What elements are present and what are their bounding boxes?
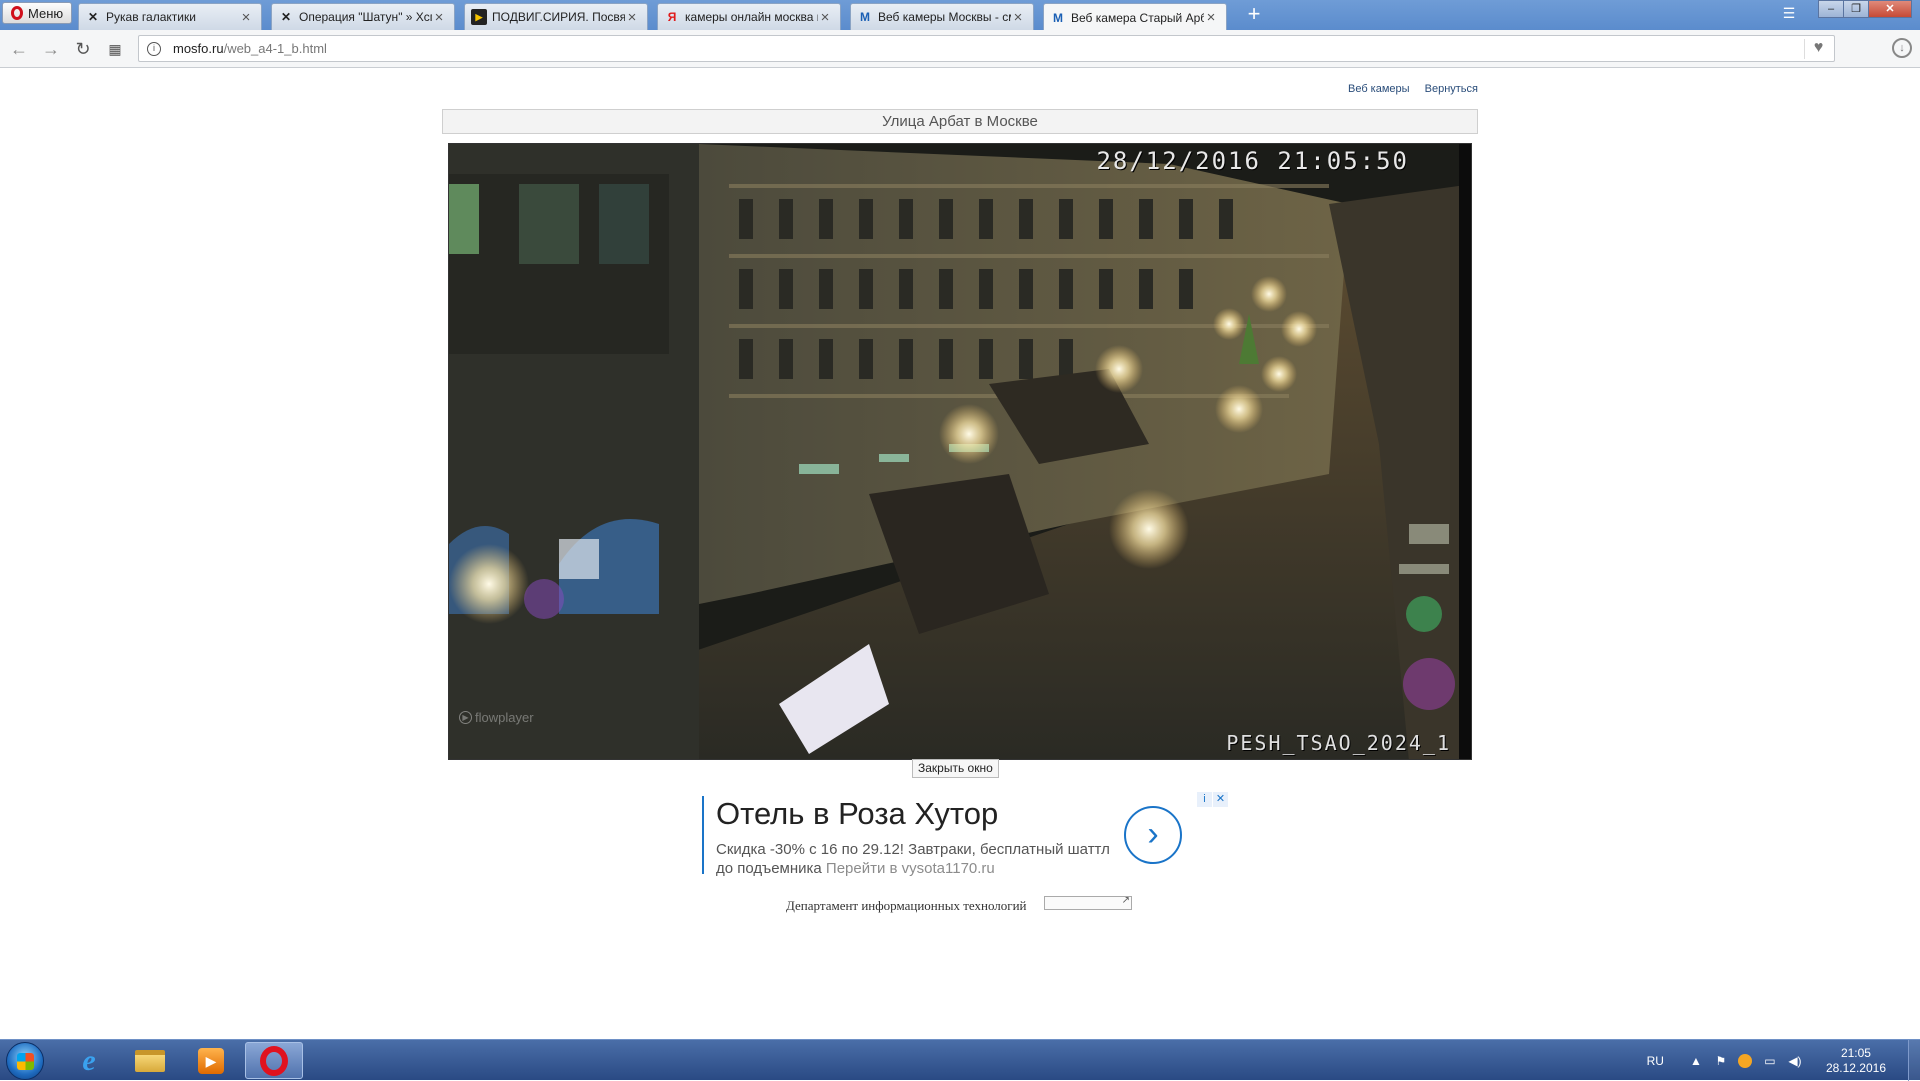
taskbar-media-player[interactable]: ▶ xyxy=(182,1042,240,1079)
start-button[interactable] xyxy=(6,1042,44,1080)
yandex-icon: Я xyxy=(667,10,677,24)
opera-logo-icon xyxy=(11,6,23,20)
clock-date: 28.12.2016 xyxy=(1825,1060,1886,1075)
back-icon[interactable]: ← xyxy=(8,38,30,60)
flowplayer-watermark: ▶ flowplayer xyxy=(459,710,534,725)
show-desktop-button[interactable] xyxy=(1908,1040,1920,1081)
new-tab-button[interactable]: + xyxy=(1243,3,1265,26)
windows-logo-icon xyxy=(17,1053,34,1070)
video-timestamp: 28/12/2016 21:05:50 xyxy=(1096,147,1409,175)
address-bar[interactable]: i mosfo.ru/web_a4-1_b.html ♥ xyxy=(138,35,1835,62)
opera-menu-button[interactable]: Меню xyxy=(2,2,72,24)
menu-label: Меню xyxy=(28,5,64,21)
tab-title: Рукав галактики xyxy=(106,10,196,24)
ad-arrow-icon[interactable]: › xyxy=(1124,806,1182,864)
m-logo-icon: М xyxy=(860,10,870,24)
app-tray-icon[interactable] xyxy=(1737,1053,1752,1068)
camera-id: PESH_TSAO_2024_1 xyxy=(1226,731,1451,755)
tab-close-icon[interactable]: × xyxy=(239,9,253,26)
speed-dial-icon[interactable]: ▦ xyxy=(104,38,126,60)
window-controls: – ❐ ✕ xyxy=(1818,0,1912,18)
ad-title[interactable]: Отель в Роза Хутор xyxy=(716,796,998,832)
webcam-video-player[interactable]: 28/12/2016 21:05:50 PESH_TSAO_2024_1 ▶ f… xyxy=(448,143,1472,760)
tab-title: ПОДВИГ.СИРИЯ. Посвяще xyxy=(492,10,625,24)
taskbar-opera[interactable] xyxy=(245,1042,303,1079)
webcams-link[interactable]: Веб камеры xyxy=(1348,83,1410,95)
ad-info-icon[interactable]: i xyxy=(1197,792,1212,807)
media-player-icon: ▶ xyxy=(198,1047,224,1074)
tab-close-icon[interactable]: × xyxy=(625,9,639,26)
language-indicator[interactable]: RU xyxy=(1647,1054,1664,1068)
show-hidden-icons-icon[interactable]: ▲ xyxy=(1688,1054,1704,1068)
page-title: Улица Арбат в Москве xyxy=(442,109,1478,134)
tab-close-icon[interactable]: × xyxy=(1011,9,1025,26)
taskbar-ie[interactable]: e xyxy=(60,1042,118,1079)
network-icon[interactable]: ▭ xyxy=(1762,1054,1778,1068)
volume-icon[interactable]: ◀) xyxy=(1787,1054,1803,1068)
ad-block[interactable]: Отель в Роза Хутор Скидка -30% с 16 по 2… xyxy=(702,796,1182,877)
m-logo-icon: М xyxy=(1053,10,1063,25)
tab-close-icon[interactable]: × xyxy=(432,9,446,26)
bookmark-heart-icon[interactable]: ♥ xyxy=(1804,39,1832,59)
web-page: Веб камеры Вернуться Улица Арбат в Москв… xyxy=(0,69,1920,1039)
wolf-icon: ✕ xyxy=(280,10,292,24)
footer-text: Департамент информационных технологий xyxy=(786,898,1027,913)
action-center-flag-icon[interactable]: ⚑ xyxy=(1713,1054,1729,1068)
play-icon: ▶ xyxy=(471,9,487,25)
window-close-icon[interactable]: ✕ xyxy=(1868,0,1912,18)
folder-icon xyxy=(135,1049,165,1072)
system-tray: RU ▲ ⚑ ▭ ◀) 21:05 28.12.2016 xyxy=(1647,1040,1920,1081)
external-link-icon: ↗ xyxy=(1121,895,1130,906)
webcam-street-scene xyxy=(449,144,1471,759)
tab-5[interactable]: М Веб камеры Москвы - см × xyxy=(850,3,1034,30)
footer-counter-box[interactable]: ↗ xyxy=(1044,895,1132,910)
tab-6-active[interactable]: М Веб камера Старый Арбат × xyxy=(1043,3,1227,31)
close-window-button[interactable]: Закрыть окно xyxy=(912,759,999,778)
reload-icon[interactable]: ↻ xyxy=(72,38,94,60)
tab-1[interactable]: ✕ Рукав галактики × xyxy=(78,3,262,30)
clock-time: 21:05 xyxy=(1840,1045,1871,1060)
ad-close-icon[interactable]: ✕ xyxy=(1213,792,1228,807)
ad-link[interactable]: Перейти в vysota1170.ru xyxy=(826,860,995,877)
watermark-text: flowplayer xyxy=(475,710,534,725)
minimize-icon[interactable]: – xyxy=(1818,0,1844,18)
play-icon: ▶ xyxy=(459,711,472,724)
tab-title: Операция "Шатун" » Хсгл xyxy=(299,10,432,24)
browser-navigation-bar: ← → ↻ ▦ i mosfo.ru/web_a4-1_b.html ♥ ↓ xyxy=(0,30,1920,68)
restore-icon[interactable]: ❐ xyxy=(1843,0,1869,18)
windows-taskbar: e ▶ RU ▲ ⚑ ▭ ◀) 21:05 28.12.2016 xyxy=(0,1039,1920,1081)
system-clock[interactable]: 21:05 28.12.2016 xyxy=(1826,1046,1886,1076)
top-links: Веб камеры Вернуться xyxy=(1336,83,1478,95)
tab-close-icon[interactable]: × xyxy=(818,9,832,26)
tab-4[interactable]: Я камеры онлайн москва в × xyxy=(657,3,841,30)
taskbar-explorer[interactable] xyxy=(121,1042,179,1079)
ad-text: Скидка -30% с 16 по 29.12! Завтраки, бес… xyxy=(716,840,1116,878)
internet-explorer-icon: e xyxy=(82,1043,96,1077)
tab-3[interactable]: ▶ ПОДВИГ.СИРИЯ. Посвяще × xyxy=(464,3,648,30)
url-host: mosfo.ru xyxy=(173,41,224,56)
ad-controls: i ✕ xyxy=(1196,792,1228,807)
forward-icon[interactable]: → xyxy=(40,38,62,60)
tab-title: Веб камеры Москвы - см xyxy=(878,10,1011,24)
browser-tab-strip: Меню ✕ Рукав галактики × ✕ Операция "Шат… xyxy=(0,0,1920,31)
tab-title: Веб камера Старый Арбат xyxy=(1071,10,1204,25)
wolf-icon: ✕ xyxy=(87,10,99,24)
opera-icon xyxy=(260,1045,288,1076)
tab-title: камеры онлайн москва в xyxy=(685,10,818,24)
site-info-icon[interactable]: i xyxy=(147,41,161,56)
download-icon[interactable]: ↓ xyxy=(1892,38,1912,58)
tab-close-icon[interactable]: × xyxy=(1204,9,1218,26)
tab-menu-icon[interactable]: ☰ xyxy=(1780,5,1798,23)
tab-2[interactable]: ✕ Операция "Шатун" » Хсгл × xyxy=(271,3,455,30)
url-path: /web_a4-1_b.html xyxy=(223,41,327,56)
back-link[interactable]: Вернуться xyxy=(1425,83,1478,95)
